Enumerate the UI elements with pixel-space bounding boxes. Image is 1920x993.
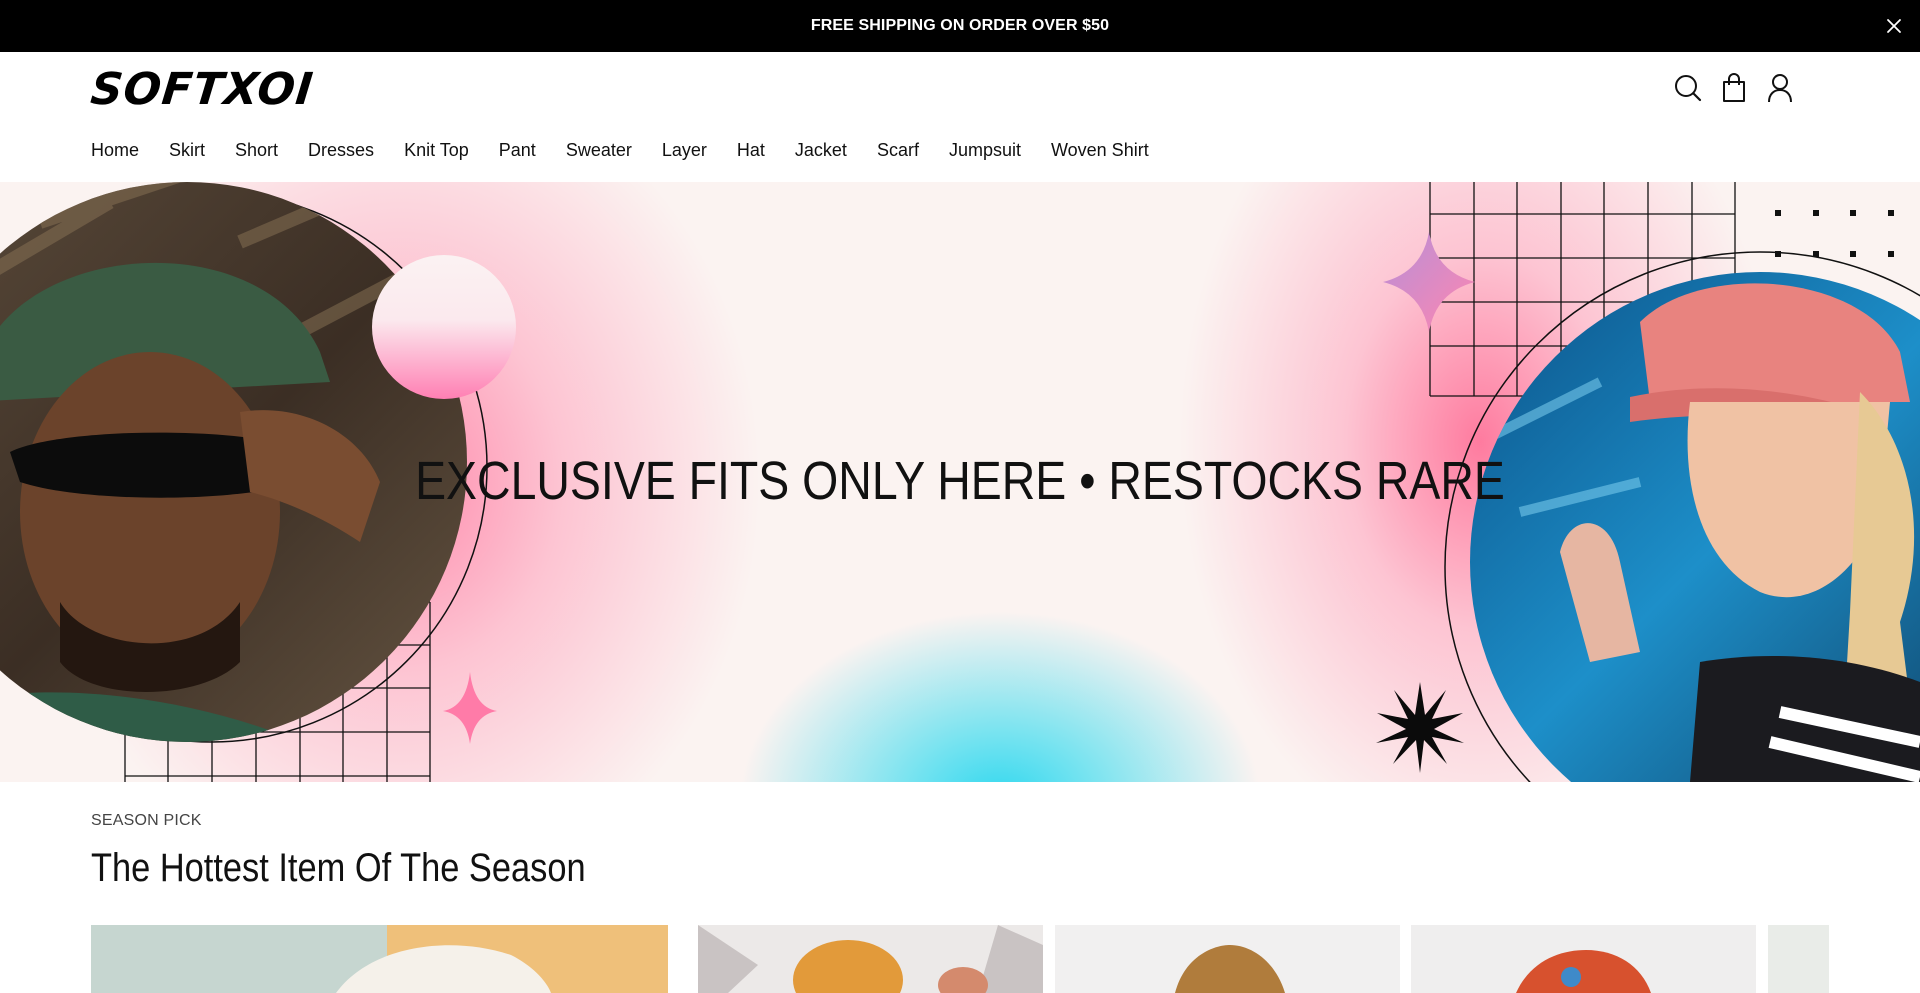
- sparkle-right: [1383, 232, 1475, 332]
- product-card[interactable]: [1411, 925, 1756, 993]
- starburst: [1376, 682, 1464, 773]
- hero-banner[interactable]: EXCLUSIVE FITS ONLY HERE • RESTOCKS RARE: [0, 182, 1920, 782]
- nav-item-pant[interactable]: Pant: [499, 140, 536, 161]
- nav-item-short[interactable]: Short: [235, 140, 278, 161]
- nav-item-scarf[interactable]: Scarf: [877, 140, 919, 161]
- nav-item-jumpsuit[interactable]: Jumpsuit: [949, 140, 1021, 161]
- nav-item-knit-top[interactable]: Knit Top: [404, 140, 469, 161]
- logo[interactable]: SOFTXOI: [88, 63, 316, 115]
- product-image: [698, 925, 1043, 993]
- product-card[interactable]: [91, 925, 668, 993]
- section-eyebrow: SEASON PICK: [91, 812, 202, 829]
- nav-item-dresses[interactable]: Dresses: [308, 140, 374, 161]
- product-carousel: [91, 925, 1829, 993]
- logo-text: SOFTXOI: [88, 63, 316, 115]
- nav-item-skirt[interactable]: Skirt: [169, 140, 205, 161]
- hero-headline: EXCLUSIVE FITS ONLY HERE • RESTOCKS RARE: [415, 451, 1505, 511]
- dot-pattern: [1775, 210, 1894, 257]
- announcement-text: FREE SHIPPING ON ORDER OVER $50: [810, 17, 1110, 34]
- nav-item-jacket[interactable]: Jacket: [795, 140, 847, 161]
- main-nav: Home Skirt Short Dresses Knit Top Pant S…: [91, 140, 1179, 161]
- product-image: [1768, 925, 1829, 993]
- nav-item-layer[interactable]: Layer: [662, 140, 707, 161]
- close-icon[interactable]: [1884, 16, 1904, 36]
- section-title: The Hottest Item Of The Season: [91, 846, 586, 890]
- nav-item-hat[interactable]: Hat: [737, 140, 765, 161]
- pink-sphere: [372, 255, 516, 399]
- header-icons: [1674, 72, 1794, 104]
- nav-item-woven-shirt[interactable]: Woven Shirt: [1051, 140, 1149, 161]
- site-header: SOFTXOI Home Skirt Short Dresses Knit To…: [0, 52, 1920, 182]
- product-card[interactable]: [698, 925, 1043, 993]
- product-image: [91, 925, 668, 993]
- product-card[interactable]: [1768, 925, 1829, 993]
- nav-item-home[interactable]: Home: [91, 140, 139, 161]
- product-image: [1055, 925, 1400, 993]
- right-model-photo: [1470, 272, 1920, 782]
- search-icon[interactable]: [1674, 72, 1702, 104]
- product-image: [1411, 925, 1756, 993]
- user-icon[interactable]: [1766, 72, 1794, 104]
- sparkle-left: [443, 672, 497, 744]
- cart-icon[interactable]: [1720, 72, 1748, 104]
- nav-item-sweater[interactable]: Sweater: [566, 140, 632, 161]
- announcement-bar: FREE SHIPPING ON ORDER OVER $50: [0, 0, 1920, 52]
- product-card[interactable]: [1055, 925, 1400, 993]
